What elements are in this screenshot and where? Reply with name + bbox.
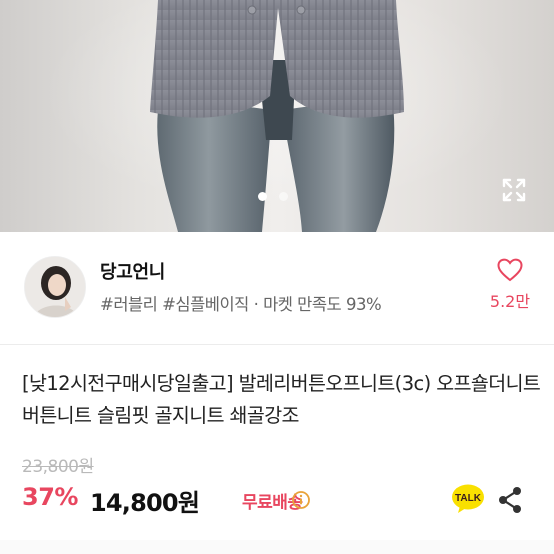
original-price: 23,800원: [22, 457, 94, 477]
product-image-carousel[interactable]: [0, 0, 554, 232]
knit-button: [247, 5, 257, 15]
section-divider: [0, 344, 554, 345]
carousel-indicator: [258, 192, 288, 201]
kakao-talk-button[interactable]: TALK: [451, 484, 485, 514]
like-button[interactable]: 5.2만: [484, 258, 536, 312]
product-title: [낮12시전구매시당일출고] 발레리버튼오프니트(3c) 오프숄더니트 버튼니트…: [22, 372, 541, 427]
bottom-spacer: [0, 540, 554, 554]
seller-tags: #러블리 #심플베이직 · 마켓 만족도 93%: [100, 295, 382, 314]
info-circle-icon[interactable]: [291, 490, 311, 510]
discount-rate: 37%: [22, 483, 78, 511]
seller-avatar[interactable]: [24, 256, 86, 318]
knit-button: [296, 5, 306, 15]
carousel-dot[interactable]: [279, 192, 288, 201]
seller-section[interactable]: 당고언니 #러블리 #심플베이직 · 마켓 만족도 93% 5.2만: [0, 232, 554, 336]
heart-outline-icon: [497, 258, 523, 282]
talk-bubble-icon: TALK: [452, 484, 484, 513]
seller-name[interactable]: 당고언니: [100, 258, 165, 284]
like-count: 5.2만: [489, 292, 531, 311]
expand-icon[interactable]: [500, 176, 528, 204]
sale-price: 14,800원: [90, 489, 200, 517]
talk-label: TALK: [455, 493, 482, 504]
share-icon[interactable]: [497, 486, 523, 514]
carousel-dot-active[interactable]: [258, 192, 267, 201]
